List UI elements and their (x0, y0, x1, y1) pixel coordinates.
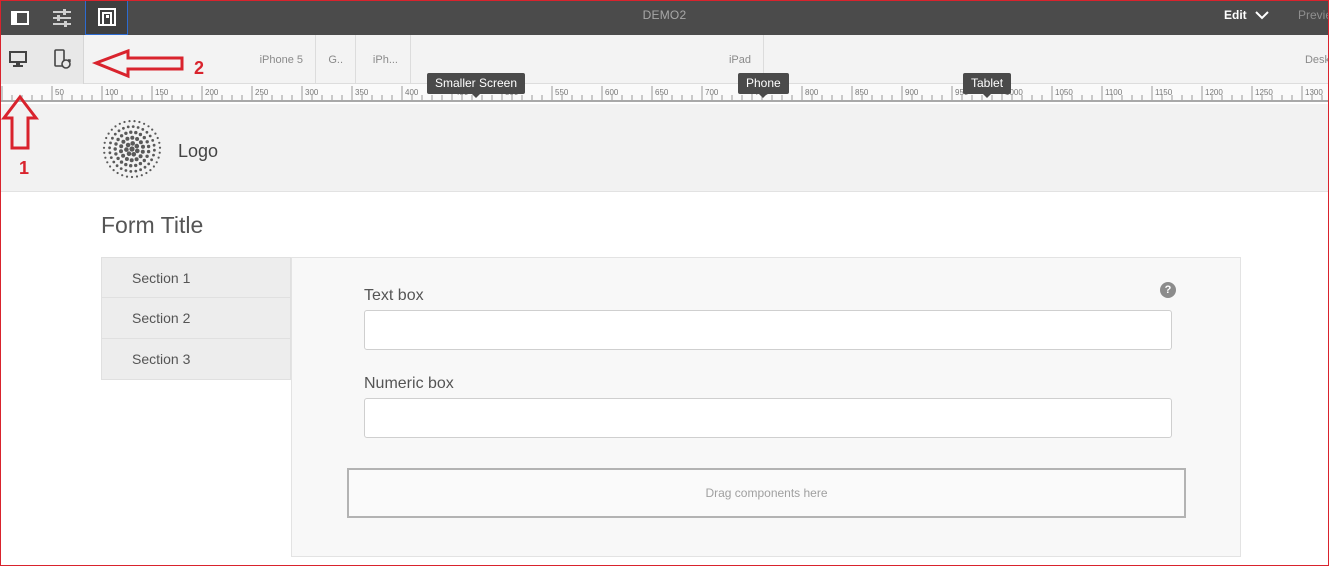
annotation-number-1: 1 (19, 158, 30, 178)
annotation-arrow-1 (0, 94, 40, 150)
annotation-arrow-2 (91, 48, 184, 79)
annotation-number-2: 2 (194, 58, 205, 78)
annotation-layer (0, 48, 184, 150)
